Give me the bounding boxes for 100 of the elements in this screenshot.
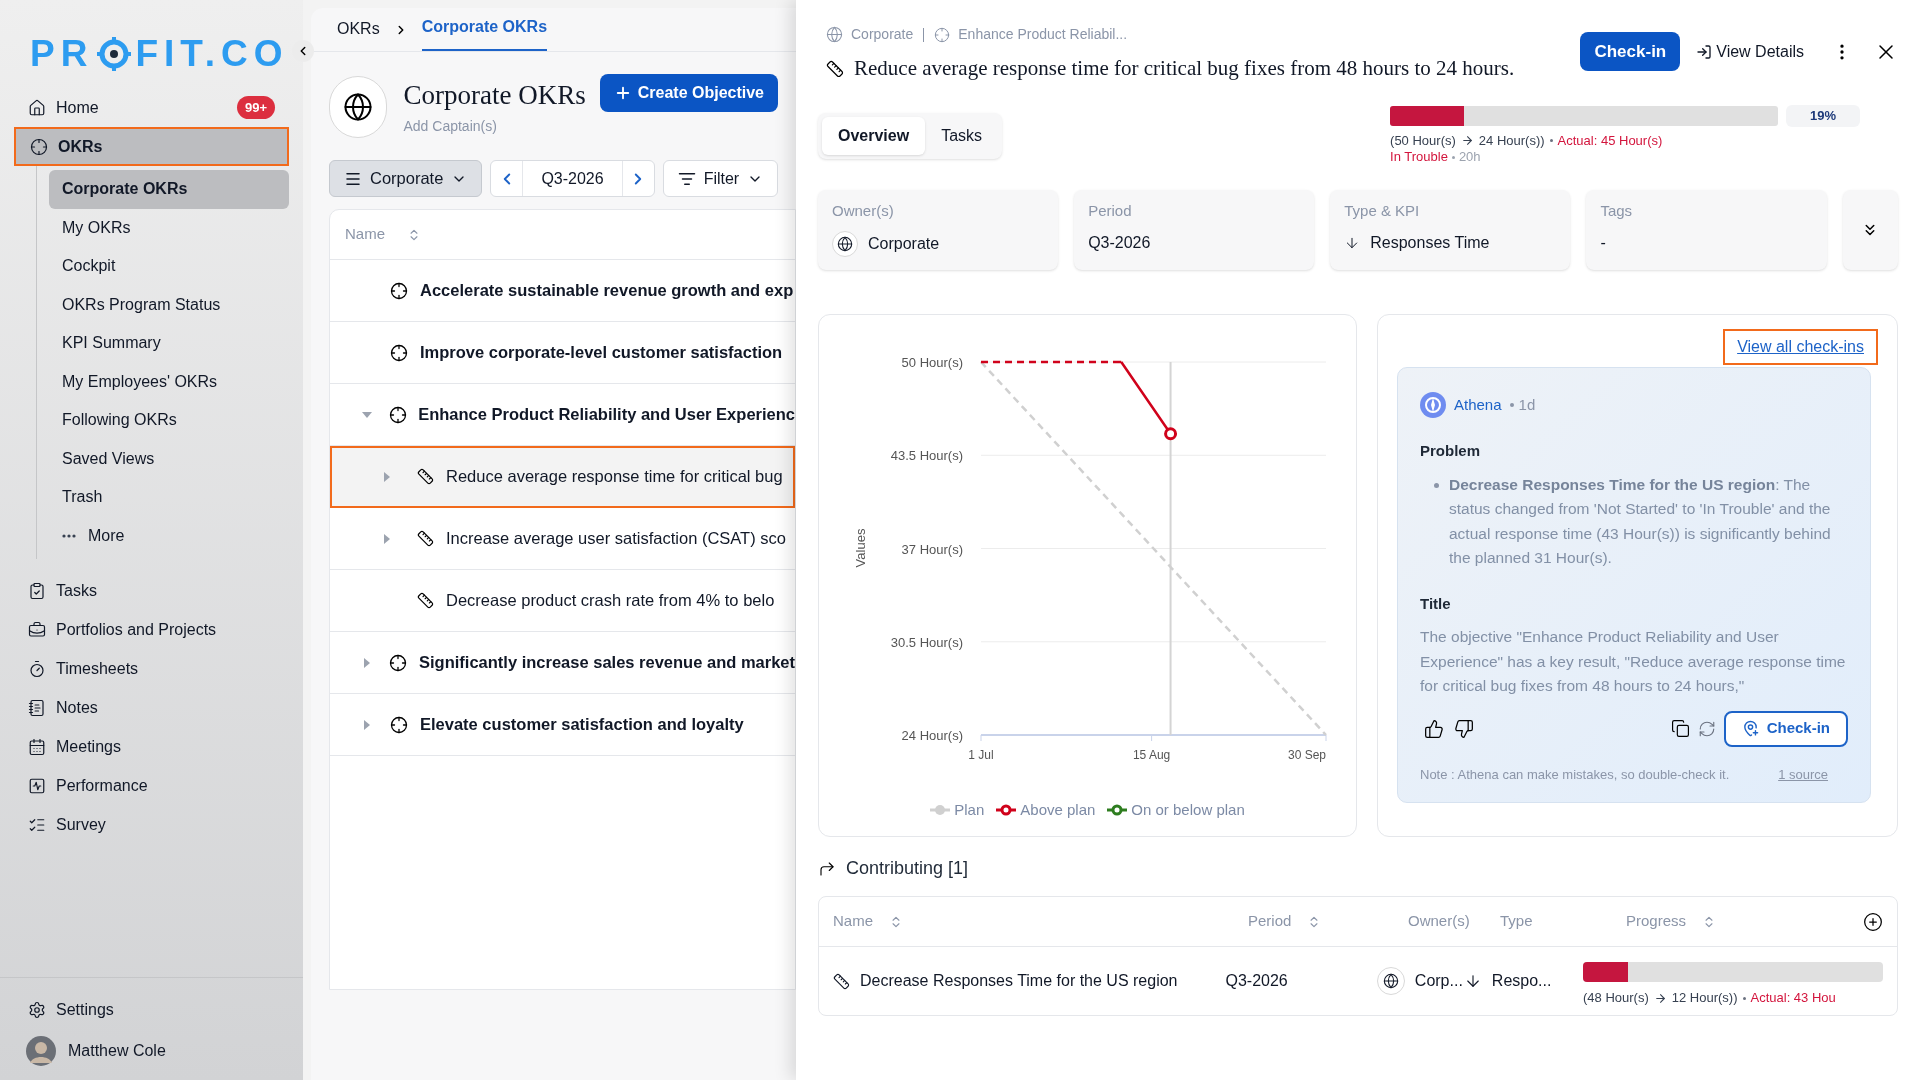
nav-label: Portfolios and Projects [56, 619, 218, 640]
nav-sublabel: Cockpit [62, 256, 116, 277]
expand-caret-icon[interactable] [363, 719, 371, 730]
nav-item[interactable]: Timesheets [14, 649, 289, 688]
disclaimer-note: Note : Athena can make mistakes, so double-check it. [1420, 765, 1730, 784]
ruler-icon [416, 530, 434, 547]
nav-item[interactable]: Survey [14, 805, 289, 844]
thumbs-up-icon[interactable] [1424, 718, 1444, 739]
collapse-caret-icon[interactable] [361, 410, 372, 419]
ruler-icon [416, 468, 434, 485]
notebook-icon [28, 698, 46, 717]
key-result-name: Decrease product crash rate from 4% to belo [446, 590, 775, 612]
breadcrumb-link[interactable]: OKRs [337, 17, 380, 51]
ruler-icon [826, 59, 844, 78]
user-name: Matthew Cole [68, 1041, 166, 1061]
nav-label: Survey [56, 814, 107, 835]
view-details-button[interactable]: View Details [1696, 39, 1804, 64]
period-label: Q3-2026 [540, 168, 605, 189]
arrow-right-icon [1460, 133, 1474, 147]
info-value: Corporate [868, 233, 940, 254]
nav-subitem[interactable]: Cockpit [49, 247, 289, 286]
nav-subitem[interactable]: Corporate OKRs [49, 170, 289, 209]
nav-item[interactable]: OKRs [14, 127, 289, 166]
legend-label[interactable]: Above plan [1020, 799, 1096, 822]
section-title: Contributing [1] [846, 857, 969, 880]
nav-sublabel: KPI Summary [62, 333, 161, 354]
breadcrumb-link[interactable]: Corporate OKRs [421, 15, 548, 51]
checkin-button[interactable]: Check-in [1580, 32, 1681, 71]
okr-row[interactable]: Increase average user satisfaction (CSAT) sco [330, 508, 795, 570]
objective-name: Enhance Product Reliability and User Experienc [418, 404, 795, 426]
assistant-avatar-icon [1420, 392, 1446, 418]
thumbs-down-icon[interactable] [1454, 718, 1474, 739]
nav-sublabel: Following OKRs [62, 410, 177, 431]
nav-item[interactable]: Notes [14, 688, 289, 727]
actual-value: Actual: 45 Hour(s) [1557, 131, 1663, 150]
nav-subitem[interactable]: Following OKRs [49, 401, 289, 440]
nav-label: Home [56, 97, 100, 118]
add-icon[interactable] [1863, 911, 1883, 932]
key-result-name: Reduce average response time for critical bug [446, 466, 783, 488]
calendar-icon [28, 737, 46, 756]
nav-subitem[interactable]: My Employees' OKRs [49, 362, 289, 401]
settings-item[interactable]: Settings [28, 998, 275, 1022]
create-objective-button[interactable]: Create Objective [599, 74, 778, 112]
checkin-button[interactable]: Check-in [1723, 710, 1848, 747]
progress-start: (50 Hour(s) [1390, 131, 1456, 150]
expand-caret-icon[interactable] [383, 471, 391, 482]
nav-item[interactable]: Performance [14, 766, 289, 805]
okr-row[interactable]: Accelerate sustainable revenue growth and exp [330, 260, 795, 322]
crosshair-icon [390, 715, 408, 734]
summary-text: Decrease Responses Time for the US region: The status changed from 'Not Started' to 'In Trouble' and the actual response time (43 Hour(s)) is significantly behind the planned 31 Hour(s). [1449, 474, 1832, 568]
progress-target: 12 Hour(s)) [1671, 989, 1738, 1008]
tab[interactable]: Overview [822, 116, 926, 155]
nav-sublabel: More [88, 525, 125, 546]
x-tick-label: 1 Jul [968, 748, 994, 762]
key-result-name[interactable]: Decrease Responses Time for the US region [860, 969, 1178, 993]
user-avatar[interactable] [26, 1036, 56, 1066]
nav-item[interactable]: Home 99+ [14, 88, 289, 127]
nav-subitem[interactable]: KPI Summary [49, 324, 289, 363]
nav-subitem[interactable]: My OKRs [49, 208, 289, 247]
nav-item[interactable]: Tasks [14, 571, 289, 610]
okr-row[interactable]: Reduce average response time for critical bug [330, 446, 795, 508]
column-header: Type [1500, 911, 1533, 932]
crosshair-icon [389, 653, 408, 672]
legend-marker-icon [1107, 804, 1128, 817]
more-item[interactable]: More [49, 516, 289, 555]
okr-row[interactable]: Improve corporate-level customer satisfaction [330, 322, 795, 384]
legend-label[interactable]: Plan [954, 799, 985, 822]
column-header: Owner(s) [1408, 911, 1470, 932]
filter-button[interactable]: Filter [662, 160, 779, 197]
refresh-icon[interactable] [1697, 719, 1716, 738]
legend-label[interactable]: On or below plan [1131, 799, 1245, 822]
okr-row[interactable]: Elevate customer satisfaction and loyalty [330, 694, 795, 756]
crosshair-icon [388, 405, 407, 424]
nav-label: Settings [56, 1000, 114, 1020]
okr-row[interactable]: Significantly increase sales revenue and market [330, 632, 795, 694]
tab[interactable]: Tasks [925, 116, 999, 155]
legend-marker-icon [996, 804, 1017, 817]
nav-subitem[interactable]: Trash [49, 478, 289, 517]
nav-item[interactable]: Meetings [14, 727, 289, 766]
expand-caret-icon[interactable] [383, 533, 391, 544]
nav-label: Performance [56, 775, 149, 796]
nav-label: Timesheets [56, 658, 140, 679]
x-tick-label: 15 Aug [1132, 748, 1171, 762]
view-all-checkins-link[interactable]: View all check-ins [1723, 329, 1878, 365]
ruler-icon [416, 592, 434, 609]
nav-item[interactable]: Portfolios and Projects [14, 610, 289, 649]
breadcrumb-divider [923, 27, 925, 42]
okr-row[interactable]: Decrease product crash rate from 4% to belo [330, 570, 795, 632]
scope-dropdown[interactable]: Corporate [329, 160, 483, 197]
nav-label: Tasks [56, 580, 98, 601]
nav-subitem[interactable]: Saved Views [49, 439, 289, 478]
objective-name: Accelerate sustainable revenue growth and exp [420, 280, 794, 302]
ruler-icon [833, 972, 850, 990]
expand-caret-icon[interactable] [362, 657, 371, 668]
nav-subitem[interactable]: OKRs Program Status [49, 285, 289, 324]
info-value: Responses Time [1370, 232, 1490, 253]
copy-icon[interactable] [1670, 719, 1690, 738]
objective-name: Improve corporate-level customer satisfaction [420, 342, 783, 364]
legend-marker-icon [930, 804, 951, 817]
period-cell: Q3-2026 [1225, 972, 1288, 989]
